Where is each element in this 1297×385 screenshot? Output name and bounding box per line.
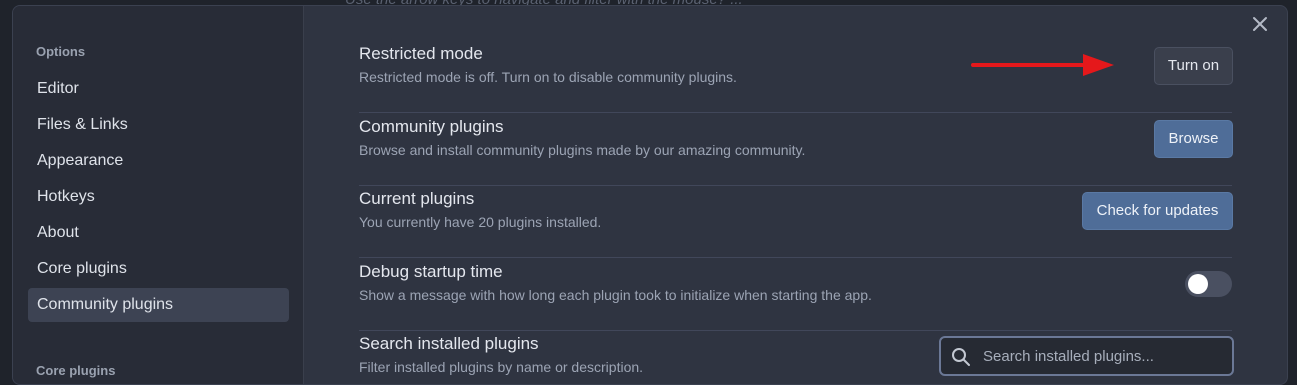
sidebar-item-files-links[interactable]: Files & Links bbox=[28, 108, 289, 142]
settings-sidebar: Options Editor Files & Links Appearance … bbox=[13, 6, 304, 384]
check-for-updates-button[interactable]: Check for updates bbox=[1082, 192, 1233, 230]
sidebar-item-community-plugins[interactable]: Community plugins bbox=[28, 288, 289, 322]
close-icon[interactable] bbox=[1249, 13, 1271, 35]
turn-on-button[interactable]: Turn on bbox=[1154, 47, 1233, 85]
setting-name: Community plugins bbox=[359, 117, 504, 136]
setting-community-plugins: Community plugins Browse and install com… bbox=[359, 113, 1232, 186]
settings-modal: Options Editor Files & Links Appearance … bbox=[12, 5, 1288, 385]
sidebar-heading-options: Options bbox=[36, 44, 86, 59]
setting-name: Current plugins bbox=[359, 189, 475, 208]
setting-description: Filter installed plugins by name or desc… bbox=[359, 359, 644, 375]
sidebar-item-core-plugins[interactable]: Core plugins bbox=[28, 252, 289, 286]
debug-startup-toggle[interactable] bbox=[1185, 271, 1232, 297]
setting-description: Browse and install community plugins mad… bbox=[359, 142, 806, 158]
setting-description: Show a message with how long each plugin… bbox=[359, 287, 872, 303]
setting-debug-startup-time: Debug startup time Show a message with h… bbox=[359, 258, 1232, 331]
sidebar-item-about[interactable]: About bbox=[28, 216, 289, 250]
setting-name: Debug startup time bbox=[359, 262, 503, 281]
search-box bbox=[939, 336, 1234, 376]
sidebar-item-hotkeys[interactable]: Hotkeys bbox=[28, 180, 289, 214]
setting-description: You currently have 20 plugins installed. bbox=[359, 214, 602, 230]
red-arrow-annotation bbox=[971, 54, 1114, 76]
search-installed-plugins-input[interactable] bbox=[983, 338, 1228, 374]
sidebar-item-appearance[interactable]: Appearance bbox=[28, 144, 289, 178]
setting-name: Search installed plugins bbox=[359, 334, 539, 353]
sidebar-heading-core-plugins: Core plugins bbox=[36, 363, 116, 378]
setting-description: Restricted mode is off. Turn on to disab… bbox=[359, 69, 737, 85]
setting-name: Restricted mode bbox=[359, 44, 483, 63]
search-icon bbox=[951, 347, 971, 367]
toggle-knob bbox=[1188, 274, 1208, 294]
browse-button[interactable]: Browse bbox=[1154, 120, 1233, 158]
sidebar-item-editor[interactable]: Editor bbox=[28, 72, 289, 106]
